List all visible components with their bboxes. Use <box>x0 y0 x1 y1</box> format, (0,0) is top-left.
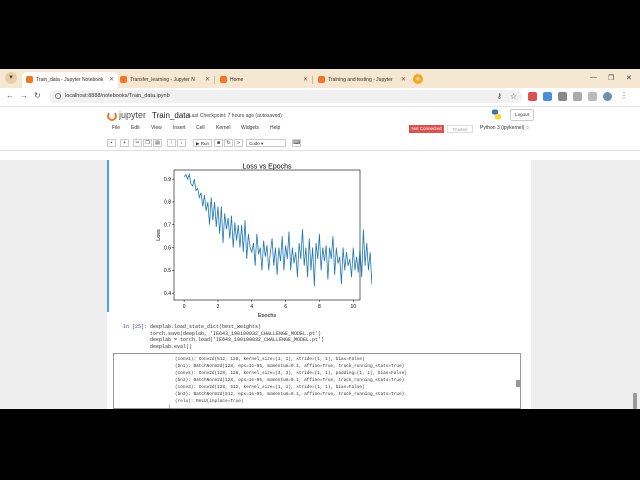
extension-icon[interactable] <box>543 92 552 101</box>
minimize-icon[interactable]: — <box>590 74 597 81</box>
browser-window: ▾ Train_data - Jupyter Notebook ✕ Transf… <box>0 69 640 409</box>
chart-title: Loss vs Epochs <box>242 164 292 171</box>
paste-icon[interactable]: ▤ <box>153 139 162 147</box>
menu-widgets[interactable]: Widgets <box>241 125 259 131</box>
move-down-icon[interactable]: ↓ <box>177 139 186 147</box>
connection-status-badge[interactable]: Not Connected <box>409 125 444 133</box>
y-tick-label: 0.6 <box>164 245 171 251</box>
tab-bar: ▾ Train_data - Jupyter Notebook ✕ Transf… <box>0 69 640 88</box>
back-icon[interactable]: ← <box>6 91 14 100</box>
window-close-icon[interactable]: ✕ <box>626 74 632 82</box>
insert-cell-icon[interactable]: + <box>120 139 129 147</box>
input-prompt: In [25]: <box>123 324 148 330</box>
output-scrollbar[interactable] <box>516 380 520 387</box>
jupyter-favicon-icon <box>26 76 33 83</box>
menu-kernel[interactable]: Kernel <box>216 125 230 131</box>
jupyter-favicon-icon <box>120 76 127 83</box>
tab-separator <box>312 76 313 84</box>
code-line: deeplab = torch.load('IE643_190100032_CH… <box>150 337 325 343</box>
output-line: (relu): ReLU(inplace=True) <box>175 399 244 404</box>
y-tick-label: 0.5 <box>164 268 171 274</box>
output-line: ) <box>168 405 171 409</box>
extension-icon[interactable] <box>528 92 537 101</box>
browser-menu-icon[interactable]: ⋮ <box>620 91 628 100</box>
menu-insert[interactable]: Insert <box>173 125 186 131</box>
restart-run-icon[interactable]: » <box>234 139 243 147</box>
notebook-toolbar: ▪ + ✂ ❐ ▤ ↑ ↓ ■ ↻ » ⌨ <box>0 138 640 151</box>
cell-type-select[interactable]: Code ▾ <box>246 139 286 147</box>
maximize-icon[interactable]: ❐ <box>608 74 614 82</box>
output-line: (conv2): Conv2d(128, 128, kernel_size=(3… <box>175 371 407 376</box>
sidebar-icon[interactable] <box>588 92 597 101</box>
x-tick-label: 10 <box>350 304 356 310</box>
menu-view[interactable]: View <box>151 125 162 131</box>
url-field[interactable]: localhost:8888/notebooks/Train_data.ipyn… <box>49 90 522 103</box>
close-icon[interactable]: ✕ <box>401 72 406 88</box>
run-button[interactable]: ▶ Run <box>193 139 212 147</box>
tab-search-icon[interactable]: ▾ <box>5 72 17 84</box>
x-tick-label: 6 <box>284 304 287 310</box>
checkpoint-status: Last Checkpoint: 7 hours ago (autosaved) <box>189 113 282 119</box>
page-scrollbar[interactable] <box>633 393 637 409</box>
output-line: (bn2): BatchNorm2d(128, eps=1e-05, momen… <box>175 378 405 383</box>
bookmark-star-icon[interactable]: ☆ <box>510 90 517 103</box>
code-line: deeplab.eval() <box>150 343 193 350</box>
menu-file[interactable]: File <box>112 125 120 131</box>
output-line: (conv3): Conv2d(128, 512, kernel_size=(1… <box>175 385 365 390</box>
menu-bar: File Edit View Insert Cell Kernel Widget… <box>0 124 640 136</box>
x-tick-label: 4 <box>250 304 253 310</box>
tab-training-testing[interactable]: Training and testing - Jupyter ✕ <box>314 72 410 88</box>
menu-help[interactable]: Help <box>270 125 280 131</box>
forward-icon[interactable]: → <box>20 91 28 100</box>
tab-home[interactable]: Home ✕ <box>216 72 312 88</box>
new-tab-icon[interactable]: + <box>413 74 423 84</box>
reload-icon[interactable]: ↻ <box>34 91 41 100</box>
kernel-indicator[interactable]: Python 3 (ipykernel) ○ <box>480 125 529 131</box>
jupyter-favicon-icon <box>220 76 227 83</box>
tab-separator <box>214 76 215 84</box>
restart-icon[interactable]: ↻ <box>224 139 233 147</box>
x-tick-label: 2 <box>217 304 220 310</box>
code-cell[interactable]: deeplab.load_state_dict(best_weights) tor… <box>150 324 324 350</box>
jupyter-favicon-icon <box>318 76 325 83</box>
tab-transfer-learning[interactable]: Transfer_learning - Jupyter N ✕ <box>116 72 214 88</box>
plot-frame <box>173 169 361 301</box>
y-tick-label: 0.4 <box>164 291 171 297</box>
trusted-indicator[interactable]: Trusted <box>447 125 473 133</box>
password-key-icon[interactable]: ⚷ <box>497 90 502 103</box>
y-tick-label: 0.8 <box>164 200 171 206</box>
output-line: (conv1): Conv2d(512, 128, kernel_size=(1… <box>175 357 365 362</box>
output-line: (bn1): BatchNorm2d(128, eps=1e-05, momen… <box>175 364 405 369</box>
output-line: (bn3): BatchNorm2d(512, eps=1e-05, momen… <box>175 392 405 397</box>
move-up-icon[interactable]: ↑ <box>167 139 176 147</box>
interrupt-icon[interactable]: ■ <box>214 139 223 147</box>
extensions-puzzle-icon[interactable] <box>573 92 582 101</box>
x-axis-label: Epochs <box>258 313 277 317</box>
close-icon[interactable]: ✕ <box>205 72 210 88</box>
kernel-status-icon: ○ <box>525 125 529 131</box>
jupyter-logo-icon <box>107 111 117 121</box>
menu-edit[interactable]: Edit <box>131 125 140 131</box>
address-bar: ← → ↻ localhost:8888/notebooks/Train_dat… <box>0 88 640 107</box>
tab-train-data[interactable]: Train_data - Jupyter Notebook ✕ <box>22 72 118 88</box>
download-icon[interactable] <box>558 92 567 101</box>
x-tick-label: 8 <box>318 304 321 310</box>
notebook-name[interactable]: Train_data <box>152 111 190 120</box>
site-info-icon[interactable] <box>55 93 61 99</box>
y-tick-label: 0.9 <box>164 177 171 183</box>
copy-icon[interactable]: ❐ <box>143 139 152 147</box>
python-logo-icon <box>492 109 501 120</box>
close-icon[interactable]: ✕ <box>303 72 308 88</box>
y-axis-label: Loss <box>156 229 162 241</box>
loss-chart: Loss vs Epochs Epochs Loss 0 2 4 6 8 10 0.4 0.5 0.6… <box>156 164 372 317</box>
x-tick-label: 0 <box>183 304 186 310</box>
cut-icon[interactable]: ✂ <box>133 139 142 147</box>
profile-avatar[interactable] <box>603 92 612 101</box>
logout-button[interactable]: Logout <box>510 109 534 121</box>
close-icon[interactable]: ✕ <box>109 72 114 88</box>
menu-cell[interactable]: Cell <box>196 125 205 131</box>
save-icon[interactable]: ▪ <box>107 139 116 147</box>
y-tick-label: 0.7 <box>164 223 171 229</box>
keyboard-icon[interactable]: ⌨ <box>292 139 301 147</box>
